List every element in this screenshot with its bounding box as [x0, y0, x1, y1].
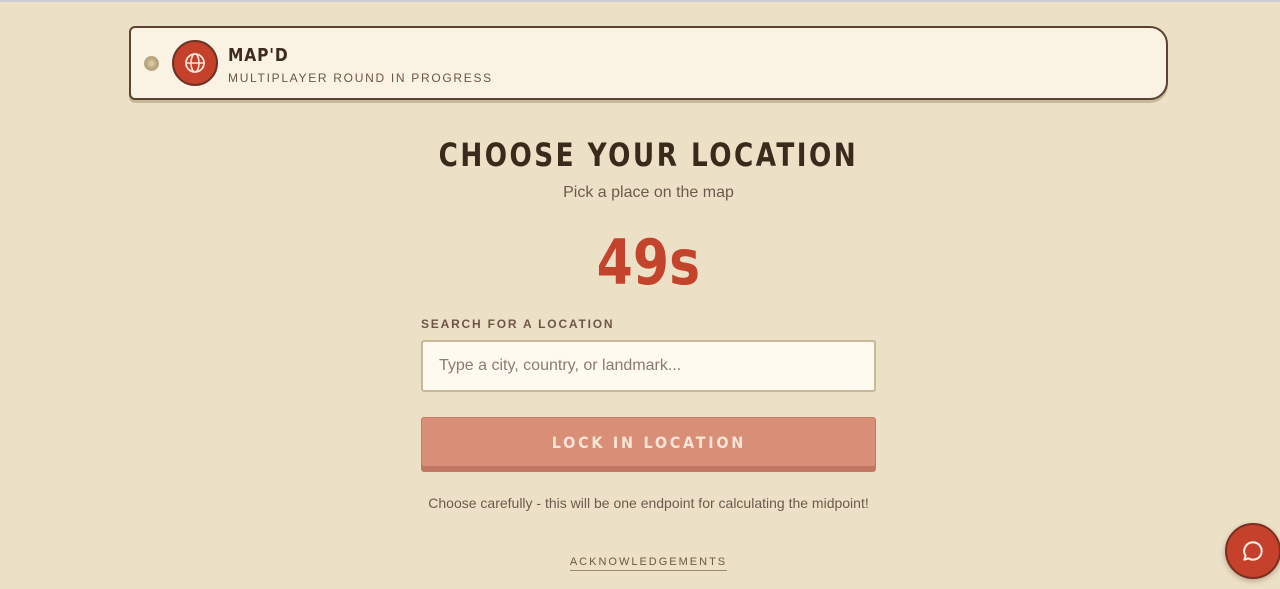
- chat-bubble-icon: [1243, 541, 1263, 561]
- page-subtitle: Pick a place on the map: [563, 184, 734, 201]
- selection-hint: Choose carefully - this will be one endp…: [428, 495, 869, 511]
- window-top-border: [0, 0, 1280, 2]
- lock-in-location-button[interactable]: LOCK IN LOCATION: [421, 417, 876, 472]
- app-header: MAP'D MULTIPLAYER ROUND IN PROGRESS: [129, 26, 1168, 100]
- status-dot-icon: [144, 56, 159, 71]
- lock-in-location-label: LOCK IN LOCATION: [551, 433, 746, 452]
- search-label: SEARCH FOR A LOCATION: [421, 317, 615, 331]
- app-title: MAP'D: [228, 45, 289, 66]
- footer: ACKNOWLEDGEMENTS: [0, 552, 1280, 571]
- page-title: CHOOSE YOUR LOCATION: [438, 136, 859, 174]
- acknowledgements-link[interactable]: ACKNOWLEDGEMENTS: [569, 556, 728, 571]
- chat-button[interactable]: [1225, 523, 1280, 579]
- globe-icon: [172, 40, 218, 86]
- location-search-input[interactable]: [421, 340, 876, 392]
- countdown-timer: 49s: [596, 226, 701, 299]
- round-status-text: MULTIPLAYER ROUND IN PROGRESS: [228, 71, 493, 85]
